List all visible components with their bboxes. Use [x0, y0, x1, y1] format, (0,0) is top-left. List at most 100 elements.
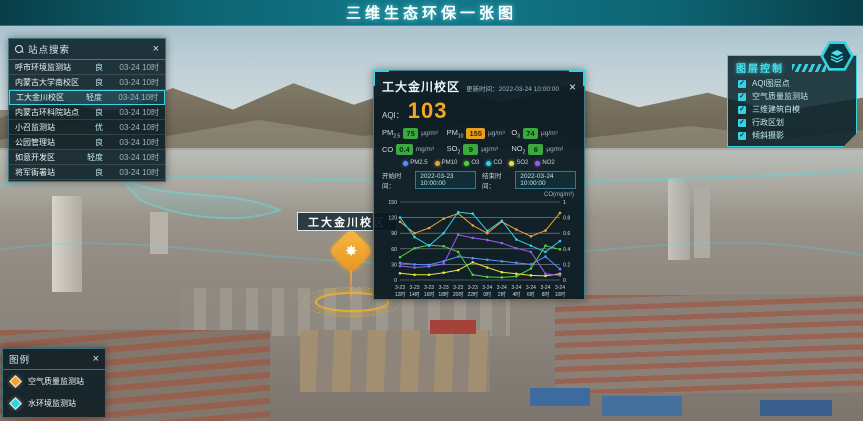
- station-name: 公园管理站: [15, 137, 79, 148]
- svg-text:6时: 6时: [527, 291, 535, 298]
- svg-text:12时: 12时: [395, 291, 406, 298]
- svg-text:16时: 16时: [424, 291, 435, 298]
- page-title: 三维生态环保一张图: [346, 2, 517, 23]
- search-icon: [15, 45, 24, 54]
- legend-item[interactable]: 空气质量监测站: [3, 370, 105, 392]
- layers-icon: [823, 43, 851, 69]
- layer-panel-title: 图层控制: [736, 60, 784, 75]
- svg-text:3-24: 3-24: [482, 285, 492, 291]
- station-level: 良: [79, 167, 103, 178]
- end-time-input[interactable]: 2022-03-24 10:00:00: [515, 171, 576, 189]
- legend-dot-icon: [464, 161, 469, 166]
- pollutant-cell: PM10155μg/m³: [447, 128, 512, 140]
- svg-text:20时: 20时: [453, 291, 464, 298]
- close-icon[interactable]: ×: [93, 354, 99, 365]
- end-time-label: 结束时间：: [482, 170, 509, 190]
- layer-label: 三维建筑白模: [752, 104, 800, 115]
- station-row[interactable]: 公园管理站良03-24 10时: [9, 135, 165, 150]
- chart-legend-item[interactable]: CO: [486, 160, 502, 166]
- chart-legend-item[interactable]: PM2.5: [403, 160, 427, 166]
- checkbox-checked-icon[interactable]: ✓: [738, 132, 746, 140]
- pollutant-trend-chart[interactable]: 030609012015000.20.40.60.813-2312时3-2314…: [382, 198, 578, 304]
- pollutant-value-badge: 6: [528, 144, 543, 155]
- svg-text:3-24: 3-24: [540, 285, 550, 291]
- layer-row[interactable]: ✓ 倾斜摄影: [728, 129, 856, 142]
- pollutant-unit: μg/m³: [546, 146, 563, 153]
- checkbox-checked-icon[interactable]: ✓: [738, 80, 746, 88]
- layer-label: AQI图层点: [752, 78, 790, 89]
- legend-series-name: NO2: [542, 160, 554, 166]
- svg-text:3-23: 3-23: [468, 285, 478, 291]
- legend-dot-icon: [403, 161, 408, 166]
- svg-text:3-24: 3-24: [555, 285, 565, 291]
- layer-label: 倾斜摄影: [752, 130, 784, 141]
- svg-text:3-24: 3-24: [511, 285, 521, 291]
- station-search-panel: 站点搜索 × 呼市环境监测站良03-24 10时内蒙古大学南校区良03-24 1…: [8, 38, 166, 182]
- pollutant-name: SO2: [447, 144, 461, 156]
- legend-dot-icon: [509, 161, 514, 166]
- legend-series-name: CO: [493, 160, 502, 166]
- station-row[interactable]: 呼市环境监测站良03-24 10时: [9, 60, 165, 75]
- svg-text:0时: 0时: [483, 291, 491, 298]
- start-time-input[interactable]: 2022-03-23 10:00:00: [415, 171, 476, 189]
- station-level: 良: [79, 77, 103, 88]
- close-icon[interactable]: ×: [569, 80, 576, 94]
- station-time: 03-24 10时: [103, 167, 159, 178]
- chart-legend-item[interactable]: NO2: [535, 160, 554, 166]
- chart-legend: PM2.5 PM10 O3 CO SO2 NO2: [382, 160, 576, 166]
- station-level: 轻度: [79, 152, 103, 163]
- close-icon[interactable]: ×: [153, 44, 159, 55]
- legend-series-name: SO2: [516, 160, 528, 166]
- station-name: 工大金川校区: [16, 92, 78, 103]
- svg-text:90: 90: [391, 231, 397, 237]
- chart-legend-item[interactable]: SO2: [509, 160, 528, 166]
- station-row[interactable]: 工大金川校区轻度03-24 10时: [9, 90, 165, 105]
- station-row[interactable]: 内蒙古环科院站点良03-24 10时: [9, 105, 165, 120]
- layer-row[interactable]: ✓ 三维建筑白模: [728, 103, 856, 116]
- update-time: 更新时间：2022-03-24 10:00:00: [460, 83, 559, 93]
- pollutant-grid: PM2.575μg/m³PM10155μg/m³O374μg/m³CO0.4mg…: [382, 128, 576, 155]
- svg-text:0.2: 0.2: [563, 262, 570, 268]
- station-row[interactable]: 将军衙署站良03-24 10时: [9, 165, 165, 180]
- svg-text:60: 60: [391, 247, 397, 253]
- start-time-label: 开始时间：: [382, 170, 409, 190]
- station-time: 03-24 10时: [102, 92, 158, 103]
- station-level: 良: [79, 137, 103, 148]
- chart-legend-item[interactable]: PM10: [435, 160, 458, 166]
- layer-row[interactable]: ✓空气质量监测站: [728, 90, 856, 103]
- svg-text:0: 0: [563, 278, 566, 284]
- legend-item-label: 空气质量监测站: [28, 376, 84, 387]
- svg-text:18时: 18时: [438, 291, 449, 298]
- pollutant-value-badge: 155: [466, 128, 485, 139]
- station-row[interactable]: 如意开发区轻度03-24 10时: [9, 150, 165, 165]
- checkbox-checked-icon[interactable]: ✓: [738, 93, 746, 101]
- legend-item[interactable]: 水环境监测站: [3, 392, 105, 414]
- station-row[interactable]: 小召监测站优03-24 10时: [9, 120, 165, 135]
- app-header: 三维生态环保一张图: [0, 0, 863, 26]
- pollutant-cell: O374μg/m³: [511, 128, 576, 140]
- layer-row[interactable]: ✓ 行政区划: [728, 116, 856, 129]
- pollutant-unit: μg/m³: [481, 146, 498, 153]
- chart-legend-item[interactable]: O3: [464, 160, 479, 166]
- station-time: 03-24 10时: [103, 152, 159, 163]
- svg-text:120: 120: [388, 216, 397, 222]
- pollutant-name: NO2: [511, 144, 525, 156]
- svg-text:30: 30: [391, 262, 397, 268]
- legend-dot-icon: [486, 161, 491, 166]
- station-list: 呼市环境监测站良03-24 10时内蒙古大学南校区良03-24 10时工大金川校…: [9, 60, 165, 180]
- station-time: 03-24 10时: [103, 122, 159, 133]
- svg-text:3-24: 3-24: [526, 285, 536, 291]
- station-row[interactable]: 内蒙古大学南校区良03-24 10时: [9, 75, 165, 90]
- svg-text:22时: 22时: [467, 291, 478, 298]
- pollutant-cell: CO0.4mg/m³: [382, 144, 447, 156]
- layer-label: 行政区划: [752, 117, 784, 128]
- svg-text:14时: 14时: [409, 291, 420, 298]
- svg-text:0.6: 0.6: [563, 231, 570, 237]
- checkbox-checked-icon[interactable]: ✓: [738, 106, 746, 114]
- svg-text:3-23: 3-23: [395, 285, 405, 291]
- layer-row[interactable]: ✓ AQI图层点: [728, 77, 856, 90]
- hatch-decoration: [792, 64, 826, 72]
- checkbox-checked-icon[interactable]: ✓: [738, 119, 746, 127]
- legend-series-name: PM10: [442, 160, 458, 166]
- pollutant-name: PM2.5: [382, 128, 400, 140]
